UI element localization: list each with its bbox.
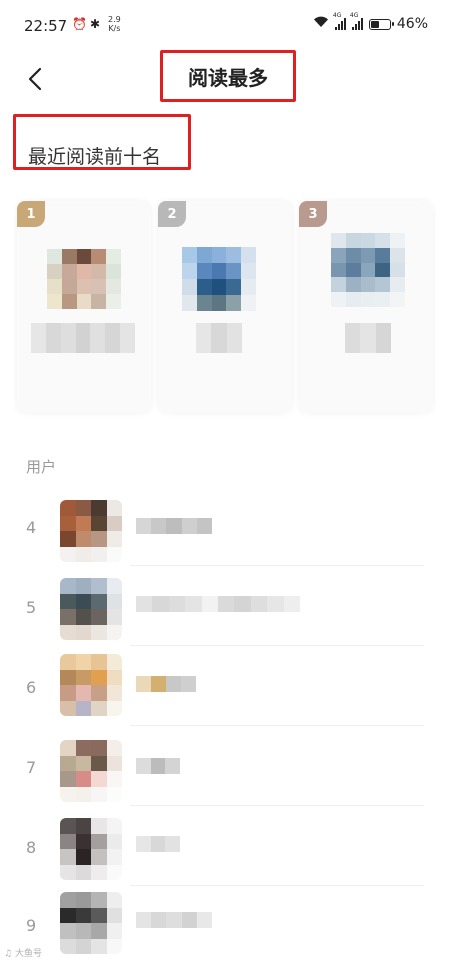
list-item[interactable]: 5: [0, 566, 452, 646]
back-button[interactable]: [22, 64, 52, 94]
alarm-icon: ⏰: [72, 17, 87, 31]
avatar: [60, 500, 122, 562]
watermark: ♫ 大鱼号: [4, 949, 42, 959]
rank-badge: 1: [17, 201, 45, 227]
title-redacted: [196, 323, 242, 353]
chevron-left-icon: [28, 67, 42, 91]
cover-image: [182, 247, 256, 311]
rank-number: 5: [26, 598, 37, 617]
rank-number: 9: [26, 916, 37, 935]
rank-badge: 3: [299, 201, 327, 227]
list-item[interactable]: 8: [0, 806, 452, 886]
rank-number: 8: [26, 838, 37, 857]
wifi-icon: [313, 16, 329, 32]
username-redacted: [136, 676, 196, 692]
list-item[interactable]: 9: [0, 886, 452, 964]
username-redacted: [136, 836, 180, 852]
watermark-logo-icon: ♫: [4, 949, 15, 959]
users-section-label: 用户: [26, 458, 57, 476]
rank-number: 7: [26, 758, 37, 777]
section-title-highlight: 最近阅读前十名: [13, 114, 191, 170]
signal-icon-1: 4G: [333, 12, 346, 30]
battery-percent: 46%: [396, 16, 428, 32]
page-title: 阅读最多: [188, 65, 268, 90]
section-title: 最近阅读前十名: [28, 146, 162, 168]
top-card-2[interactable]: 2: [158, 201, 292, 413]
top-card-3[interactable]: 3: [299, 201, 433, 413]
status-time: 22:57: [24, 17, 68, 35]
title-redacted: [345, 323, 391, 353]
username-redacted: [136, 518, 212, 534]
status-bar: 22:57 ⏰ ✱ 2.9 K/s 4G 4G 46%: [0, 0, 452, 50]
list-item[interactable]: 7: [0, 726, 452, 806]
username-redacted: [136, 912, 212, 928]
network-speed: 2.9 K/s: [108, 15, 121, 33]
avatar: [60, 892, 122, 954]
avatar: [60, 654, 122, 716]
page-title-highlight: 阅读最多: [160, 50, 296, 102]
rank-number: 6: [26, 678, 37, 697]
status-right: 4G 4G 46%: [313, 12, 428, 32]
title-redacted: [31, 323, 135, 353]
list-item[interactable]: 6: [0, 646, 452, 726]
bluetooth-icon: ✱: [90, 17, 101, 31]
battery-icon: [368, 18, 394, 30]
rank-number: 4: [26, 518, 37, 537]
list-item[interactable]: 4: [0, 486, 452, 566]
username-redacted: [136, 596, 300, 612]
avatar: [60, 578, 122, 640]
rank-badge: 2: [158, 201, 186, 227]
cover-image: [331, 233, 405, 307]
cover-image: [47, 249, 121, 309]
top-card-1[interactable]: 1: [17, 201, 151, 413]
signal-icon-2: 4G: [350, 12, 363, 30]
avatar: [60, 818, 122, 880]
avatar: [60, 740, 122, 802]
username-redacted: [136, 758, 180, 774]
